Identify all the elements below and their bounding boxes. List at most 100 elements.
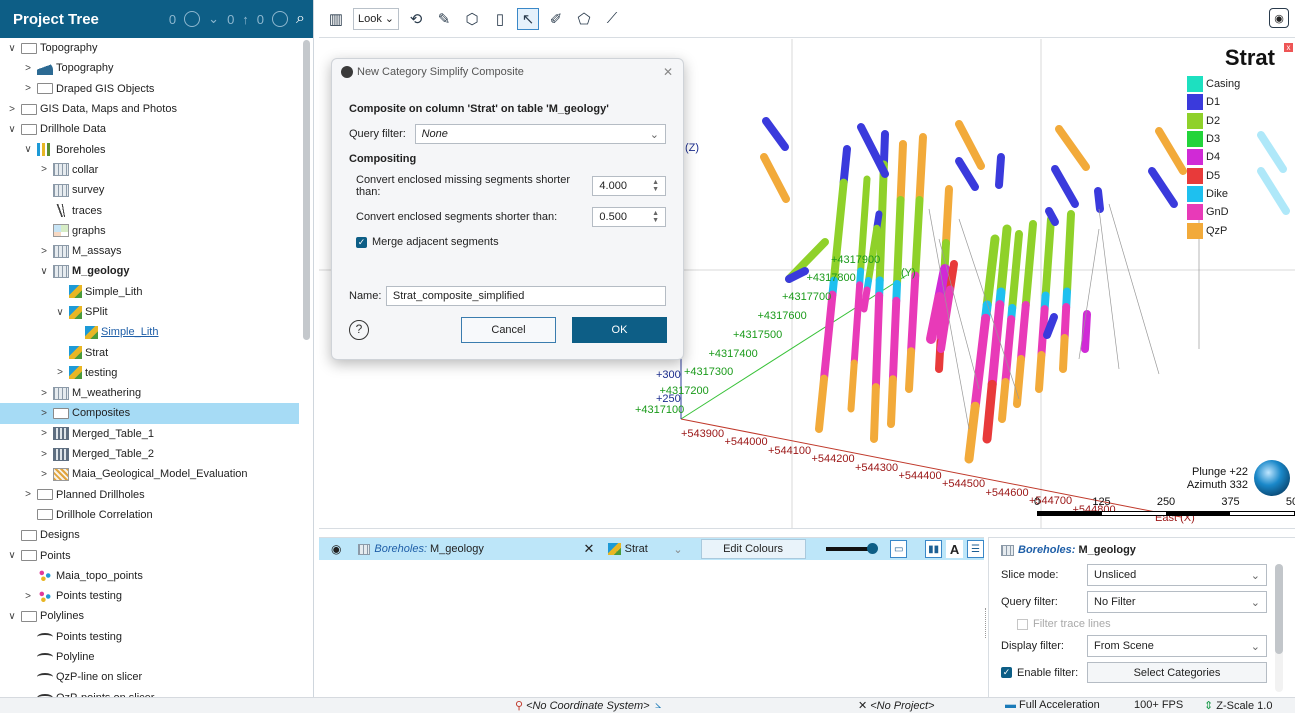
cancel-button[interactable]: Cancel (461, 317, 556, 343)
text-label-toggle[interactable]: A (946, 540, 964, 558)
remove-object-icon[interactable]: ✕ (584, 541, 595, 557)
segments-stepper[interactable]: 0.500 ▲ ▼ (592, 207, 666, 227)
tree-item[interactable]: ∨ Points (0, 545, 299, 565)
missing-segments-stepper[interactable]: 4.000 ▲ ▼ (592, 176, 666, 196)
slider-knob[interactable] (867, 543, 879, 554)
close-icon[interactable]: ✕ (663, 65, 673, 79)
tree-item[interactable]: survey (0, 180, 299, 200)
axes-icon[interactable]: ⦣ (655, 699, 661, 712)
ruler-icon[interactable]: ⟋ (601, 8, 623, 30)
tree-item[interactable]: > testing (0, 363, 299, 383)
tree-item[interactable]: Strat (0, 342, 299, 362)
chevron-down-icon[interactable]: ∨ (6, 611, 18, 622)
colour-by-column[interactable]: Strat (625, 543, 674, 555)
tree-item[interactable]: QzP-line on slicer (0, 667, 299, 687)
tree-scrollbar-thumb[interactable] (303, 40, 310, 340)
tree-item[interactable]: ∨ Boreholes (0, 139, 299, 159)
visibility-eye-icon[interactable]: ◉ (331, 542, 344, 556)
shown-object-row[interactable]: ◉ Boreholes: M_geology ✕ Strat ⌄ Edit Co… (319, 538, 985, 560)
tree-item[interactable]: > GIS Data, Maps and Photos (0, 99, 299, 119)
stepper-arrows-icon[interactable]: ▲ ▼ (652, 210, 659, 224)
coordinate-system-status[interactable]: ⚲ <No Coordinate System> (515, 699, 650, 713)
tree-item[interactable]: > Merged_Table_1 (0, 424, 299, 444)
query-filter-select[interactable]: No Filter ⌄ (1087, 591, 1267, 613)
tree-item[interactable]: QzP-points on slicer (0, 688, 299, 697)
help-button[interactable]: ? (349, 320, 369, 340)
zscale-status[interactable]: ⇕ Z-Scale 1.0 (1204, 699, 1272, 713)
chevron-right-icon[interactable]: > (38, 408, 50, 419)
chevron-right-icon[interactable]: > (22, 591, 34, 602)
chevron-down-icon[interactable]: ∨ (22, 144, 34, 155)
pause-icon[interactable] (272, 11, 289, 27)
tree-item[interactable]: Drillhole Correlation (0, 505, 299, 525)
tree-item[interactable]: Points testing (0, 627, 299, 647)
tree-item[interactable]: ∨ Topography (0, 38, 299, 58)
look-select[interactable]: Look ⌄ (353, 7, 399, 30)
properties-scrollbar-thumb[interactable] (1275, 564, 1283, 654)
properties-scrollbar[interactable] (1275, 564, 1283, 692)
rotate-icon[interactable]: ⟲ (405, 8, 427, 30)
tree-item[interactable]: > collar (0, 160, 299, 180)
chevron-right-icon[interactable]: > (38, 246, 50, 257)
tree-item[interactable]: > Draped GIS Objects (0, 79, 299, 99)
bar-display-icon[interactable]: ▮▮ (925, 540, 943, 558)
display-filter-select[interactable]: From Scene ⌄ (1087, 635, 1267, 657)
tree-item[interactable]: ∨ SPlit (0, 302, 299, 322)
legend-close-icon[interactable]: x (1284, 43, 1293, 52)
chevron-right-icon[interactable]: > (38, 164, 50, 175)
panel-icon[interactable]: ▯ (489, 8, 511, 30)
chevron-down-icon[interactable]: ∨ (38, 266, 50, 277)
slice-mode-select[interactable]: Unsliced ⌄ (1087, 564, 1267, 586)
tree-item[interactable]: > Points testing (0, 586, 299, 606)
project-status[interactable]: ✕ <No Project> (858, 699, 934, 713)
tree-item[interactable]: > Planned Drillholes (0, 485, 299, 505)
pen-icon[interactable]: ✎ (433, 8, 455, 30)
chevron-down-icon[interactable]: ⌄ (673, 543, 682, 556)
clock-icon[interactable] (184, 11, 201, 27)
chevron-down-icon[interactable]: ∨ (6, 550, 18, 561)
camera-icon[interactable]: ◉ (1269, 8, 1289, 28)
tree-item[interactable]: graphs (0, 221, 299, 241)
chevron-right-icon[interactable]: > (22, 83, 34, 94)
tree-item[interactable]: > Merged_Table_2 (0, 444, 299, 464)
chevron-right-icon[interactable]: > (6, 104, 18, 115)
slice-toggle-icon[interactable]: ▭ (890, 540, 908, 558)
tree-item[interactable]: ∨ Polylines (0, 606, 299, 626)
tree-item[interactable]: > Maia_Geological_Model_Evaluation (0, 464, 299, 484)
chevron-right-icon[interactable]: > (38, 449, 50, 460)
chevron-down-icon[interactable]: ⌄ (208, 11, 219, 27)
chevron-right-icon[interactable]: > (38, 428, 50, 439)
draw-icon[interactable]: ✐ (545, 8, 567, 30)
tree-item[interactable]: > M_weathering (0, 383, 299, 403)
list-properties-icon[interactable]: ☰ (967, 540, 985, 558)
query-filter-select[interactable]: None ⌄ (414, 124, 666, 144)
tree-item[interactable]: Maia_topo_points (0, 566, 299, 586)
stepper-arrows-icon[interactable]: ▲ ▼ (652, 179, 659, 193)
shape-icon[interactable]: ⬡ (461, 8, 483, 30)
edit-colours-button[interactable]: Edit Colours (700, 539, 806, 559)
tree-item[interactable]: ∨ M_geology (0, 261, 299, 281)
transparency-slider[interactable] (825, 543, 879, 554)
chevron-right-icon[interactable]: > (54, 367, 66, 378)
tree-item[interactable]: Polyline (0, 647, 299, 667)
filter-trace-checkbox[interactable] (1017, 618, 1028, 630)
chevron-right-icon[interactable]: > (38, 388, 50, 399)
search-icon[interactable]: ⌕ (296, 10, 305, 28)
tree-item[interactable]: traces (0, 200, 299, 220)
chevron-right-icon[interactable]: > (22, 63, 34, 74)
chevron-down-icon[interactable]: ∨ (6, 124, 18, 135)
clear-scene-icon[interactable]: ▥ (325, 8, 347, 30)
select-categories-button[interactable]: Select Categories (1087, 662, 1267, 683)
chevron-right-icon[interactable]: > (22, 489, 34, 500)
tree-item[interactable]: > Composites (0, 403, 299, 424)
polygon-icon[interactable]: ⬠ (573, 8, 595, 30)
chevron-right-icon[interactable]: > (38, 469, 50, 480)
select-icon[interactable]: ↖ (517, 7, 539, 30)
tree-scrollbar[interactable] (302, 38, 311, 697)
tree-item[interactable]: > M_assays (0, 241, 299, 261)
chevron-down-icon[interactable]: ∨ (6, 43, 18, 54)
tree-item[interactable]: Simple_Lith (0, 282, 299, 302)
tree-item[interactable]: ∨ Drillhole Data (0, 119, 299, 139)
tree-item[interactable]: > Topography (0, 58, 299, 78)
merge-adjacent-checkbox[interactable]: ✓ (356, 236, 367, 248)
